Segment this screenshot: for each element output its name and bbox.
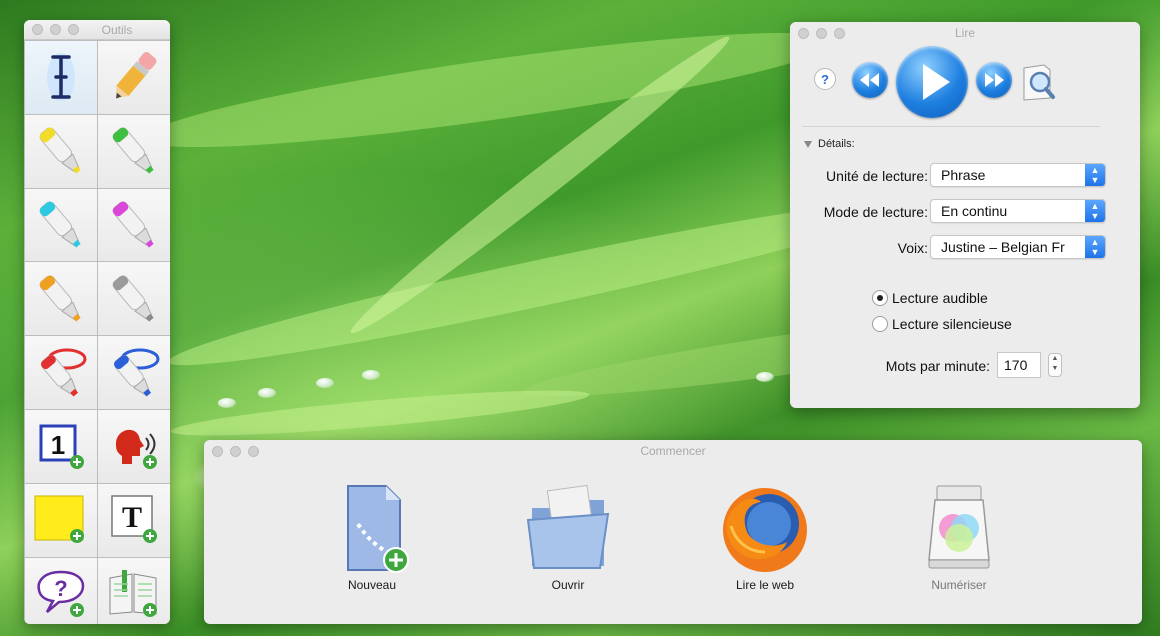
close-window-button[interactable]: [798, 27, 809, 39]
new-document-label: Nouveau: [347, 578, 397, 592]
text-cursor-icon: [47, 53, 75, 102]
firefox-icon: [723, 488, 807, 572]
read-web-button[interactable]: Lire le web: [710, 480, 820, 592]
words-per-minute-stepper[interactable]: ▲ ▼: [1048, 353, 1062, 377]
reading-mode-value: En continu: [941, 203, 1008, 219]
details-label: Détails:: [818, 138, 855, 150]
highlighter-icon: [39, 127, 81, 174]
open-label: Ouvrir: [551, 578, 585, 592]
radio-audible-label: Lecture audible: [892, 290, 988, 306]
circle-highlighter-icon: [113, 348, 160, 397]
play-button[interactable]: [896, 46, 968, 118]
orange-highlighter-tool[interactable]: [25, 262, 97, 336]
words-per-minute-field[interactable]: 170: [997, 352, 1041, 378]
gray-highlighter-tool[interactable]: [98, 262, 170, 336]
rewind-button[interactable]: [852, 62, 888, 98]
radio-button[interactable]: [872, 290, 888, 306]
start-titlebar[interactable]: Commencer: [204, 440, 1142, 462]
reading-unit-select[interactable]: Phrase ▲ ▼: [930, 163, 1106, 187]
svg-text:T: T: [122, 501, 142, 534]
magnifier-icon: [1023, 64, 1055, 101]
blue-circle-highlighter-tool[interactable]: [98, 336, 170, 409]
radio-button[interactable]: [872, 316, 888, 332]
yellow-highlighter-tool[interactable]: [25, 114, 97, 188]
new-document-button[interactable]: Nouveau: [317, 480, 427, 592]
highlighter-icon: [39, 275, 81, 322]
radio-audible-reading[interactable]: Lecture audible: [872, 290, 988, 306]
number-box-icon: 1: [39, 424, 84, 470]
add-question-tool[interactable]: ?: [25, 557, 97, 624]
highlighter-icon: [39, 201, 81, 248]
reading-unit-value: Phrase: [941, 167, 986, 183]
add-text-box-tool[interactable]: T: [98, 483, 170, 557]
sticky-note-icon: [34, 495, 84, 544]
add-number-bookmark-tool[interactable]: 1: [25, 409, 97, 483]
chevron-updown-icon: ▲ ▼: [1085, 164, 1105, 186]
scanner-icon: [928, 485, 990, 569]
open-book-icon: [109, 569, 157, 617]
magenta-highlighter-tool[interactable]: [98, 188, 170, 262]
voice-label: Voix:: [897, 240, 928, 256]
chevron-updown-icon: ▲ ▼: [1085, 236, 1105, 258]
eraser-icon: [116, 52, 157, 99]
highlighter-icon: [112, 275, 154, 322]
reader-window: Lire ? Détails: Unité de lecture: Phrase…: [790, 22, 1140, 408]
words-per-minute-label: Mots par minute:: [885, 358, 990, 374]
zoom-window-button[interactable]: [834, 27, 845, 39]
minimize-window-button[interactable]: [50, 24, 61, 35]
read-web-label: Lire le web: [735, 578, 795, 592]
highlighter-icon: [112, 201, 154, 248]
start-window-title: Commencer: [640, 444, 706, 458]
separator: [802, 126, 1100, 127]
add-sticky-note-tool[interactable]: [25, 483, 97, 557]
circle-highlighter-icon: [40, 348, 87, 397]
zoom-window-button[interactable]: [248, 445, 259, 457]
fast-forward-button[interactable]: [976, 62, 1012, 98]
reading-mode-label: Mode de lecture:: [823, 204, 928, 220]
details-disclosure[interactable]: Détails:: [804, 138, 855, 150]
zoom-window-button[interactable]: [68, 24, 79, 35]
open-folder-icon: [526, 484, 610, 569]
svg-text:1: 1: [51, 430, 65, 460]
add-voice-note-tool[interactable]: [98, 409, 170, 483]
reading-mode-select[interactable]: En continu ▲ ▼: [930, 199, 1106, 223]
voice-select[interactable]: Justine – Belgian Fr ▲ ▼: [930, 235, 1106, 259]
magnifier-button[interactable]: [1020, 62, 1058, 102]
close-window-button[interactable]: [212, 445, 223, 457]
highlighter-icon: [112, 127, 154, 174]
svg-text:?: ?: [54, 576, 67, 601]
help-button[interactable]: ?: [814, 68, 836, 90]
scan-label: Numériser: [931, 578, 987, 592]
reading-unit-label: Unité de lecture:: [826, 168, 928, 184]
close-window-button[interactable]: [32, 24, 43, 35]
open-button[interactable]: Ouvrir: [513, 480, 623, 592]
tools-window: Outils 1 T ?: [24, 20, 170, 624]
new-document-icon: [347, 485, 409, 573]
text-box-icon: T: [111, 495, 157, 544]
start-window: Commencer Nouveau Ouvrir Lire le web Num…: [204, 440, 1142, 624]
tools-titlebar[interactable]: Outils: [24, 20, 170, 40]
chevron-updown-icon: ▲ ▼: [1085, 200, 1105, 222]
fast-forward-icon: [985, 73, 1004, 87]
add-bookmark-tool[interactable]: [98, 557, 170, 624]
text-cursor-tool[interactable]: [25, 41, 97, 114]
disclosure-triangle-icon: [804, 140, 812, 148]
cyan-highlighter-tool[interactable]: [25, 188, 97, 262]
radio-silent-reading[interactable]: Lecture silencieuse: [872, 316, 1012, 332]
speaking-head-icon: [116, 430, 157, 470]
radio-silent-label: Lecture silencieuse: [892, 316, 1012, 332]
tools-window-title: Outils: [101, 22, 133, 37]
play-icon: [923, 64, 950, 100]
scan-button[interactable]: Numériser: [904, 480, 1014, 592]
red-circle-highlighter-tool[interactable]: [25, 336, 97, 409]
minimize-window-button[interactable]: [816, 27, 827, 39]
green-highlighter-tool[interactable]: [98, 114, 170, 188]
minimize-window-button[interactable]: [230, 445, 241, 457]
voice-value: Justine – Belgian Fr: [941, 239, 1065, 255]
eraser-tool[interactable]: [98, 41, 170, 114]
question-bubble-icon: ?: [37, 570, 85, 617]
reader-titlebar[interactable]: Lire: [790, 22, 1140, 44]
rewind-icon: [860, 73, 879, 87]
